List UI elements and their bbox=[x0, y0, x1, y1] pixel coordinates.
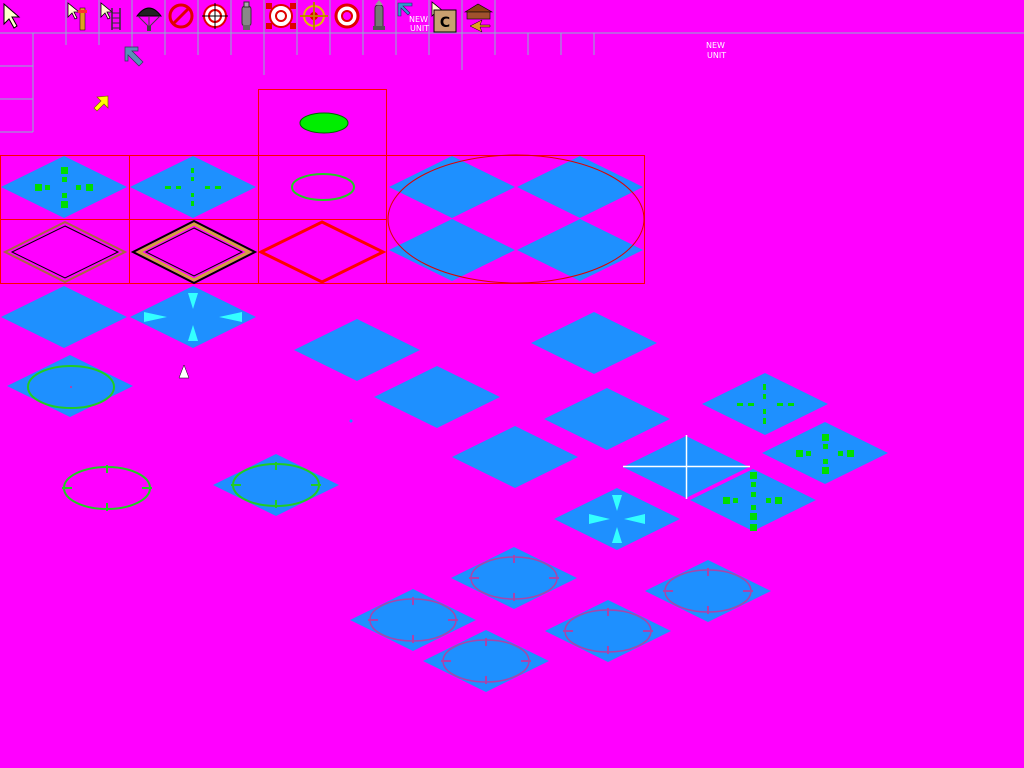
cursor-cancel-icon[interactable]: C bbox=[431, 1, 457, 33]
new-unit-icon[interactable]: NEW UNIT bbox=[397, 2, 429, 33]
target-tiles bbox=[350, 547, 771, 692]
move-arrow-icon bbox=[124, 46, 144, 67]
crosshair-target-icon[interactable] bbox=[202, 3, 228, 29]
toolbar: NEW UNIT C bbox=[3, 0, 494, 33]
cursor-flag-icon[interactable] bbox=[67, 2, 87, 31]
tile-green-ring bbox=[7, 355, 133, 417]
field-new-unit-line1: NEW bbox=[706, 41, 725, 50]
diamond-outline-thin bbox=[2, 220, 128, 284]
tile-dashed-cross-right bbox=[702, 373, 828, 435]
sheet-grid bbox=[0, 0, 1024, 133]
stray-dot bbox=[349, 419, 353, 423]
target-tile bbox=[645, 560, 771, 622]
tile-cyan-arrows-bottom bbox=[554, 488, 680, 550]
target-tile bbox=[451, 547, 577, 609]
toolbar-new-unit-line1: NEW bbox=[409, 15, 428, 24]
target-tile bbox=[423, 630, 549, 692]
tile-dashed-cross bbox=[130, 156, 256, 218]
tile-cyan-arrows-top bbox=[130, 286, 256, 348]
sprite-sheet-canvas: NEW UNIT C NEW UNIT bbox=[0, 0, 1024, 692]
bomb-icon[interactable] bbox=[241, 1, 252, 30]
field-new-unit-label: NEW UNIT bbox=[706, 41, 726, 60]
no-entry-icon[interactable] bbox=[168, 3, 194, 29]
target-bracket-red-icon[interactable] bbox=[266, 3, 296, 29]
yellow-arrow-icon bbox=[93, 95, 109, 112]
green-ring-small bbox=[291, 173, 355, 201]
green-ring-ticks bbox=[62, 465, 152, 511]
tile-dotted-cross-right bbox=[762, 422, 888, 484]
missile-icon[interactable] bbox=[373, 0, 385, 30]
cursor-ladder-icon[interactable] bbox=[100, 2, 121, 30]
target-tile bbox=[350, 589, 476, 651]
diamond-outline-red bbox=[257, 220, 387, 284]
target-bracket-yellow-icon[interactable] bbox=[300, 2, 328, 30]
field-new-unit-line2: UNIT bbox=[707, 51, 726, 60]
toolbar-new-unit-line2: UNIT bbox=[410, 24, 429, 33]
green-filled-ellipse bbox=[299, 112, 349, 134]
house-arrow-icon[interactable] bbox=[463, 3, 494, 33]
target-circle-red-icon[interactable] bbox=[334, 3, 360, 29]
parachute-icon[interactable] bbox=[135, 7, 163, 31]
tile-green-ring-ticks bbox=[213, 454, 339, 516]
cancel-glyph: C bbox=[440, 15, 450, 31]
white-pointer-icon bbox=[178, 364, 190, 379]
target-tile bbox=[545, 600, 671, 662]
select-cursor-icon[interactable] bbox=[3, 2, 21, 29]
checker-tiles-big bbox=[387, 154, 645, 284]
tile-dotted-cross-solid bbox=[1, 156, 127, 218]
diamond-outline-thick bbox=[130, 219, 258, 285]
